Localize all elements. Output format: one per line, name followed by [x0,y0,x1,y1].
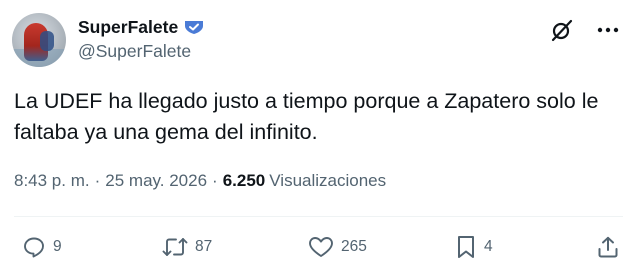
author-info: SuperFalete @SuperFalete [78,15,205,62]
avatar[interactable] [12,13,66,67]
name-row: SuperFalete [78,15,205,39]
retweet-button[interactable]: 87 [162,230,212,264]
reply-button[interactable]: 9 [22,230,62,264]
tweet-meta: 8:43 p. m. · 25 may. 2026 · 6.250 Visual… [14,171,386,191]
bookmark-icon [458,236,474,258]
tweet-date[interactable]: 25 may. 2026 [105,171,207,191]
verified-badge-icon[interactable] [183,19,205,35]
meta-separator: · [212,171,218,190]
like-button[interactable]: 265 [308,230,367,264]
retweet-count: 87 [195,238,213,255]
share-icon [598,236,618,258]
author-display-name[interactable]: SuperFalete [78,17,178,38]
action-bar: 9 87 265 4 [14,230,623,264]
tweet-text-line: La UDEF ha llegado justo a tiempo porque… [14,89,599,113]
retweet-icon [162,238,188,256]
heart-icon [309,237,333,257]
tweet-time[interactable]: 8:43 p. m. [14,171,90,191]
reply-icon [24,237,44,258]
share-button[interactable] [596,230,620,264]
divider [14,216,623,217]
like-count: 265 [341,238,367,255]
grok-icon[interactable] [547,15,577,45]
bookmark-count: 4 [484,238,493,255]
avatar-figure-detail [40,31,54,51]
header-actions [547,15,623,45]
reply-count: 9 [53,238,62,255]
more-icon[interactable] [593,15,623,45]
tweet-text-line: faltaba ya una gema del infinito. [14,120,318,144]
bookmark-button[interactable]: 4 [455,230,493,264]
views-count[interactable]: 6.250 [223,171,266,191]
meta-separator: · [94,171,101,190]
tweet-header: SuperFalete @SuperFalete [12,12,623,68]
views-label[interactable]: Visualizaciones [269,171,386,191]
author-handle[interactable]: @SuperFalete [78,41,205,62]
tweet-text: La UDEF ha llegado justo a tiempo porque… [14,86,619,148]
